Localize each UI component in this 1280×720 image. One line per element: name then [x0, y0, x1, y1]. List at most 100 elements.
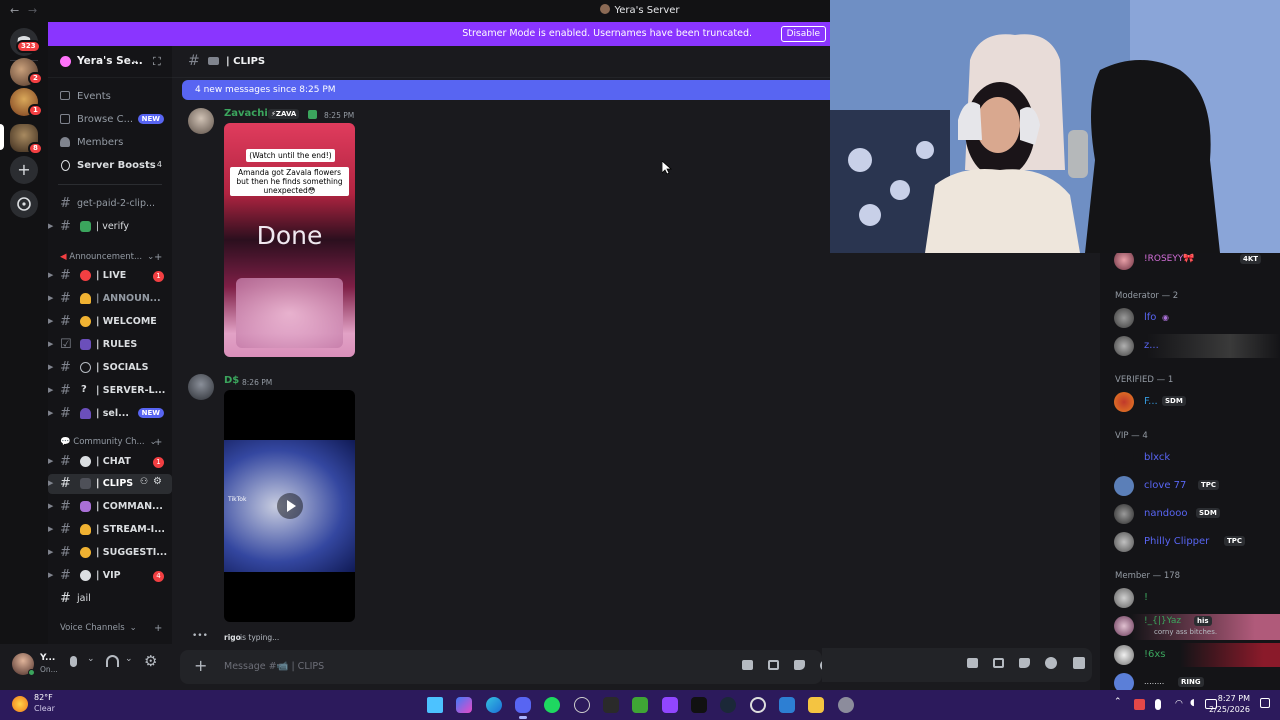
obs-icon[interactable]: [574, 697, 590, 713]
copilot-icon[interactable]: [456, 697, 472, 713]
add-attachment-icon[interactable]: +: [194, 656, 207, 675]
hash-icon: #: [60, 291, 71, 306]
sidebar-item-members[interactable]: Members: [48, 133, 172, 153]
add-channel-icon[interactable]: +: [154, 623, 162, 634]
channel-welcome[interactable]: ▶ # | WELCOME: [48, 312, 172, 332]
channel-live[interactable]: ▶ # | LIVE 1: [48, 266, 172, 286]
volume-icon[interactable]: ◖: [1190, 698, 1195, 708]
disable-button[interactable]: Disable: [780, 26, 826, 42]
app-icon[interactable]: [779, 697, 795, 713]
member-item[interactable]: nandooo SDM: [1114, 502, 1280, 526]
gear-icon[interactable]: ⚙: [153, 476, 162, 487]
gift-icon[interactable]: [967, 658, 978, 668]
sticker-icon[interactable]: [1019, 658, 1030, 668]
emoji-icon[interactable]: [1045, 657, 1057, 669]
invite-icon[interactable]: ⛶: [153, 55, 161, 69]
channel-clips[interactable]: ▶ # | CLIPS ⚇ ⚙: [48, 474, 172, 494]
channel-stream-ideas[interactable]: ▶ # | STREAM-I...: [48, 520, 172, 540]
discover-icon[interactable]: [10, 190, 38, 218]
spotify-icon[interactable]: [544, 697, 560, 713]
epic-games-icon[interactable]: [603, 697, 619, 713]
minecraft-icon[interactable]: [632, 697, 648, 713]
category-community[interactable]: 💬 Community Ch... ⌄ +: [60, 437, 162, 448]
gift-icon[interactable]: [742, 660, 753, 670]
member-item[interactable]: !6xs: [1114, 643, 1280, 667]
channel-announcements[interactable]: ▶ # | ANNOUN...: [48, 289, 172, 309]
member-item[interactable]: !_{|}Yaz his corny ass bitches.: [1114, 614, 1280, 640]
add-channel-icon[interactable]: +: [154, 252, 162, 263]
weather-temp[interactable]: 82°F: [34, 693, 53, 702]
category-voice[interactable]: Voice Channels ⌄ +: [60, 623, 162, 634]
server-tag: SDM: [1196, 508, 1220, 518]
channel-get-paid[interactable]: # get-paid-2-clip...: [48, 194, 172, 214]
channel-vip[interactable]: ▶ # | VIP 4: [48, 566, 172, 586]
tray-app-icon[interactable]: [1134, 699, 1145, 710]
video-attachment[interactable]: (Watch until the end!) Amanda got Zavala…: [224, 123, 355, 357]
chevron-down-icon[interactable]: ⌄: [87, 654, 95, 664]
member-item[interactable]: F... SDM: [1114, 390, 1280, 414]
dm-badge: 323: [16, 40, 41, 53]
invite-icon[interactable]: ⚇: [140, 477, 148, 487]
channel-chat[interactable]: ▶ # | CHAT 1: [48, 452, 172, 472]
weather-condition[interactable]: Clear: [34, 704, 55, 713]
message-input[interactable]: Message #📹 | CLIPS: [224, 661, 324, 672]
gif-icon[interactable]: [993, 658, 1004, 668]
sidebar-item-boosts[interactable]: Server Boosts 4: [48, 156, 172, 176]
avatar[interactable]: [188, 374, 214, 400]
new-messages-bar[interactable]: 4 new messages since 8:25 PM: [182, 80, 830, 100]
headphones-icon[interactable]: [106, 655, 119, 667]
wifi-icon[interactable]: ◠: [1175, 699, 1183, 709]
avatar[interactable]: [188, 108, 214, 134]
discord-icon[interactable]: [515, 697, 531, 713]
server-badge: 8: [28, 142, 43, 155]
member-item[interactable]: blxck: [1114, 446, 1280, 470]
app-icon[interactable]: [750, 697, 766, 713]
channel-verify[interactable]: ▶ # | verify: [48, 217, 172, 237]
microphone-icon[interactable]: [70, 656, 77, 667]
channel-rules[interactable]: ▶ ☑ | RULES: [48, 335, 172, 355]
sidebar-item-events[interactable]: Events: [48, 87, 172, 107]
capcut-icon[interactable]: [691, 697, 707, 713]
add-server-icon[interactable]: +: [10, 156, 38, 184]
apps-icon[interactable]: [1073, 657, 1085, 669]
video-attachment[interactable]: TikTok: [224, 390, 355, 622]
typing-text: is typing...: [240, 633, 280, 642]
hash-icon: #: [60, 454, 71, 469]
settings-icon[interactable]: [838, 697, 854, 713]
file-explorer-icon[interactable]: [808, 697, 824, 713]
channel-sel[interactable]: ▶ # | sel... NEW: [48, 404, 172, 424]
channel-jail[interactable]: # jail: [48, 589, 172, 609]
steam-icon[interactable]: [720, 697, 736, 713]
server-header[interactable]: Yera's Se... ⌄ ⛶: [48, 46, 172, 78]
battery-icon[interactable]: [1205, 699, 1217, 709]
message-author[interactable]: D$: [224, 375, 239, 386]
chevron-right-icon: ▶: [48, 571, 54, 579]
notification-bell-icon[interactable]: [1260, 698, 1270, 708]
member-item[interactable]: clove 77 TPC: [1114, 474, 1280, 498]
member-item[interactable]: Philly Clipper TPC: [1114, 530, 1280, 554]
gif-icon[interactable]: [768, 660, 779, 670]
microphone-icon[interactable]: [1155, 699, 1161, 710]
gear-icon[interactable]: ⚙: [144, 652, 157, 670]
sticker-icon[interactable]: [794, 660, 805, 670]
chevron-down-icon: ⌄: [131, 55, 140, 66]
twitch-icon[interactable]: [662, 697, 678, 713]
add-channel-icon[interactable]: +: [154, 437, 162, 448]
edge-icon[interactable]: [486, 697, 502, 713]
channel-socials[interactable]: ▶ # | SOCIALS: [48, 358, 172, 378]
tray-chevron-icon[interactable]: ⌃: [1114, 697, 1122, 707]
category-announcements[interactable]: ◀ Announcement... ⌄ +: [60, 252, 162, 263]
windows-start-icon[interactable]: [427, 697, 443, 713]
member-item[interactable]: z...: [1114, 334, 1280, 358]
robot-icon: [80, 501, 91, 512]
user-status: On...: [40, 665, 58, 674]
member-item[interactable]: lfo ◉: [1114, 306, 1280, 330]
channel-suggestions[interactable]: ▶ # | SUGGESTI...: [48, 543, 172, 563]
channel-commands[interactable]: ▶ # | COMMAN...: [48, 497, 172, 517]
chevron-down-icon[interactable]: ⌄: [125, 654, 133, 664]
channel-server-l[interactable]: ▶ #? | SERVER-L...: [48, 381, 172, 401]
avatar: [1114, 645, 1134, 665]
sidebar-item-browse[interactable]: Browse C... NEW: [48, 110, 172, 130]
member-item[interactable]: !: [1114, 586, 1280, 610]
play-button[interactable]: [277, 493, 303, 519]
